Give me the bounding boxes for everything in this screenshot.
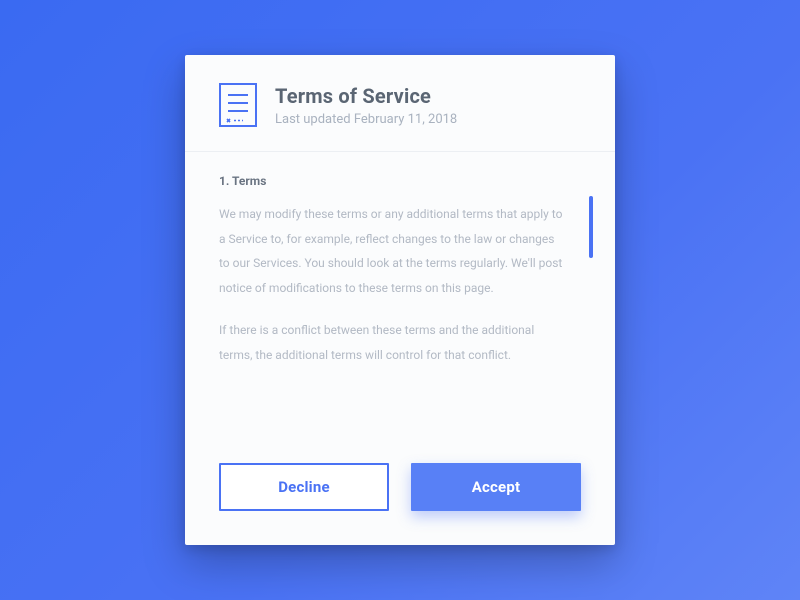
modal-body: 1. Terms We may modify these terms or an… (185, 152, 615, 445)
modal-header: Terms of Service Last updated February 1… (185, 55, 615, 152)
terms-paragraph: If there is a conflict between these ter… (219, 318, 563, 367)
section-heading: 1. Terms (219, 174, 563, 188)
accept-button[interactable]: Accept (411, 463, 581, 511)
terms-modal: Terms of Service Last updated February 1… (185, 55, 615, 545)
modal-footer: Decline Accept (185, 445, 615, 545)
terms-paragraph: We may modify these terms or any additio… (219, 202, 563, 300)
scrollbar-thumb[interactable] (589, 196, 593, 258)
scrollbar-track[interactable] (589, 196, 593, 445)
decline-button[interactable]: Decline (219, 463, 389, 511)
modal-subtitle: Last updated February 11, 2018 (275, 112, 457, 127)
document-icon (219, 83, 257, 127)
modal-title: Terms of Service (275, 84, 457, 108)
scroll-area[interactable]: 1. Terms We may modify these terms or an… (219, 174, 581, 435)
title-block: Terms of Service Last updated February 1… (275, 84, 457, 127)
